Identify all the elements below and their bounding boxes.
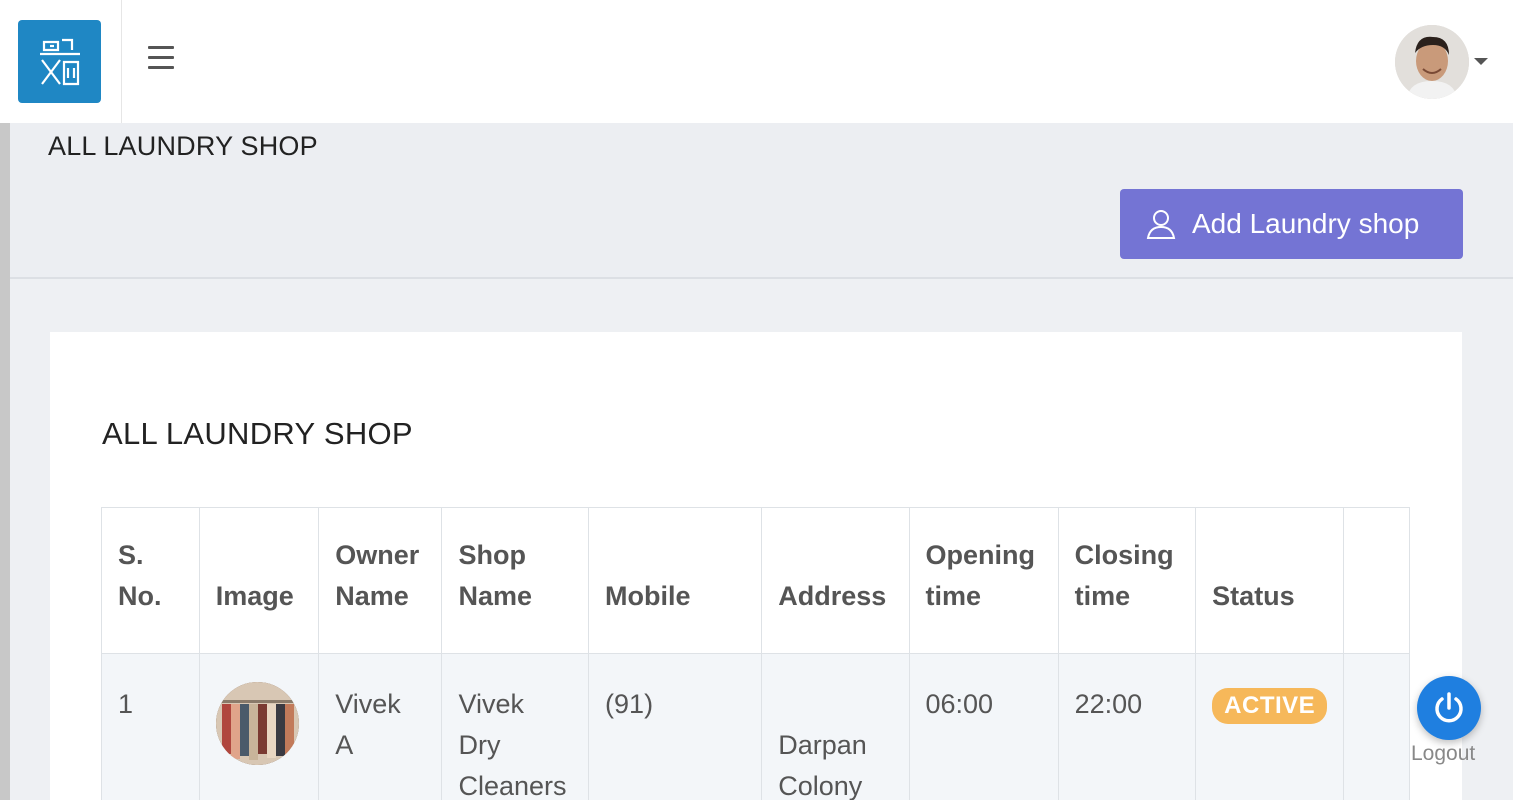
power-icon[interactable] xyxy=(1417,676,1481,740)
col-sno[interactable]: S. No. xyxy=(101,507,200,654)
cell-actions xyxy=(1343,653,1410,800)
user-icon xyxy=(1146,210,1176,239)
laundry-logo-icon xyxy=(39,38,80,85)
col-shop-name[interactable]: Shop Name xyxy=(441,507,590,654)
chevron-down-icon[interactable] xyxy=(1474,58,1488,65)
cell-owner-name: Vivek A xyxy=(318,653,443,800)
power-symbol xyxy=(1435,692,1463,723)
col-owner-name[interactable]: Owner Name xyxy=(318,507,443,654)
shop-thumbnail[interactable] xyxy=(215,682,299,765)
add-button-label: Add Laundry shop xyxy=(1192,208,1420,239)
cell-mobile: (91) xyxy=(588,653,763,800)
cell-sno: 1 xyxy=(101,653,200,800)
avatar xyxy=(1395,25,1469,99)
add-laundry-shop-button[interactable]: Add Laundry shop xyxy=(1120,189,1463,259)
col-actions xyxy=(1343,507,1410,654)
cell-closing-time: 22:00 xyxy=(1057,653,1197,800)
col-mobile[interactable]: Mobile xyxy=(588,507,763,654)
laundry-shop-table: S. No. Image Owner Name Shop Name Mobile… xyxy=(101,507,1410,800)
sidebar-scroll-strip xyxy=(0,123,10,800)
hamburger-icon[interactable] xyxy=(148,46,174,70)
col-closing-time[interactable]: Closing time xyxy=(1057,507,1197,654)
card-title: ALL LAUNDRY SHOP xyxy=(102,416,413,451)
brand-area xyxy=(0,0,122,123)
page-title: ALL LAUNDRY SHOP xyxy=(48,131,318,161)
app-logo[interactable] xyxy=(18,20,101,103)
col-image[interactable]: Image xyxy=(198,507,320,654)
clothes-rack-image xyxy=(215,682,299,765)
logout-button[interactable]: Logout xyxy=(1409,676,1499,776)
status-badge: ACTIVE xyxy=(1212,688,1328,724)
cell-shop-name: Vivek Dry Cleaners xyxy=(441,653,590,800)
user-photo-icon xyxy=(1395,25,1469,99)
table-scroll-container[interactable]: S. No. Image Owner Name Shop Name Mobile… xyxy=(101,507,1410,800)
top-navbar xyxy=(0,0,1513,123)
col-address[interactable]: Address xyxy=(761,507,910,654)
logout-label: Logout xyxy=(1411,742,1476,765)
cell-image xyxy=(198,653,320,800)
cell-status: ACTIVE xyxy=(1195,653,1345,800)
table-header-row: S. No. Image Owner Name Shop Name Mobile… xyxy=(101,507,1410,654)
col-status[interactable]: Status xyxy=(1195,507,1345,654)
col-opening-time[interactable]: Opening time xyxy=(908,507,1059,654)
shop-list-card: ALL LAUNDRY SHOP S. No. Image Owner Name xyxy=(50,332,1462,800)
profile-menu[interactable] xyxy=(1395,25,1495,99)
page-header: ALL LAUNDRY SHOP Add Laundry shop xyxy=(10,123,1513,279)
cell-opening-time: 06:00 xyxy=(908,653,1059,800)
cell-address: Darpan Colony xyxy=(761,653,910,800)
table-row[interactable]: 1 Vivek A Vivek Dry Cleaners (91) Darpan… xyxy=(101,653,1410,800)
